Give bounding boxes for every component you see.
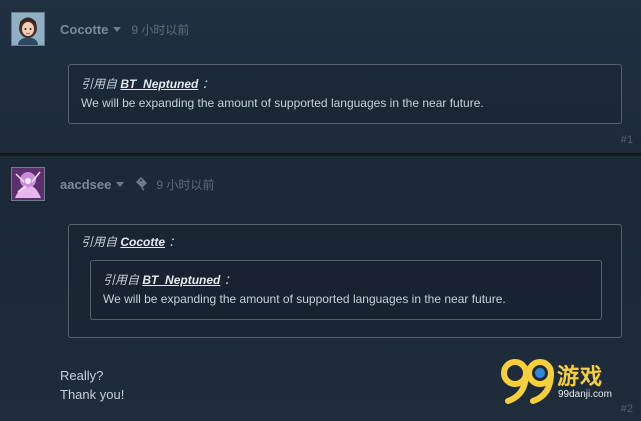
quote-attribution: 引用自 BT_Neptuned ： [81, 76, 609, 92]
quote-block: 引用自 BT_Neptuned ： We will be expanding t… [68, 64, 622, 124]
quote-author-link[interactable]: BT_Neptuned [120, 77, 198, 91]
edit-tag-icon [134, 177, 148, 191]
nested-quote-block: 引用自 BT_Neptuned ： We will be expanding t… [90, 260, 602, 320]
quote-text: We will be expanding the amount of suppo… [81, 96, 484, 110]
quote-suffix: ： [223, 273, 236, 287]
post-number[interactable]: #1 [621, 134, 633, 146]
quote-prefix: 引用自 [81, 235, 118, 249]
quote-suffix: ： [168, 235, 181, 249]
quote-prefix: 引用自 [81, 77, 118, 91]
reply-text: Really? Thank you! [60, 366, 124, 404]
post-header: aacdsee 9 小时以前 [60, 174, 214, 194]
watermark-99-icon [501, 359, 554, 404]
quote-author-link[interactable]: BT_Neptuned [142, 273, 220, 287]
comment-post: Cocotte 9 小时以前 引用自 BT_Neptuned ： We will… [0, 0, 641, 153]
caret-down-icon[interactable] [113, 26, 122, 32]
quote-block: 引用自 Cocotte ： 引用自 BT_Neptuned ： We will … [68, 224, 622, 338]
watermark-text: 游戏 [557, 365, 604, 390]
reply-line: Really? [60, 368, 104, 383]
quote-suffix: ： [201, 77, 214, 91]
avatar[interactable] [11, 167, 45, 201]
quote-attribution: 引用自 Cocotte ： [81, 234, 609, 250]
post-header: Cocotte 9 小时以前 [60, 19, 189, 39]
author-name[interactable]: aacdsee [60, 177, 111, 192]
quote-attribution: 引用自 BT_Neptuned ： [103, 272, 589, 288]
site-watermark-logo: 游戏 99danji.com [500, 357, 635, 407]
author-name[interactable]: Cocotte [60, 22, 108, 37]
caret-down-icon[interactable] [116, 181, 125, 187]
avatar[interactable] [11, 12, 45, 46]
post-timestamp: 9 小时以前 [131, 22, 190, 37]
quote-prefix: 引用自 [103, 273, 140, 287]
quote-author-link[interactable]: Cocotte [120, 235, 165, 249]
quote-text: We will be expanding the amount of suppo… [103, 292, 506, 306]
watermark-url: 99danji.com [558, 389, 612, 400]
reply-line: Thank you! [60, 387, 125, 402]
post-timestamp: 9 小时以前 [156, 177, 215, 192]
comment-thread: Cocotte 9 小时以前 引用自 BT_Neptuned ： We will… [0, 0, 641, 421]
